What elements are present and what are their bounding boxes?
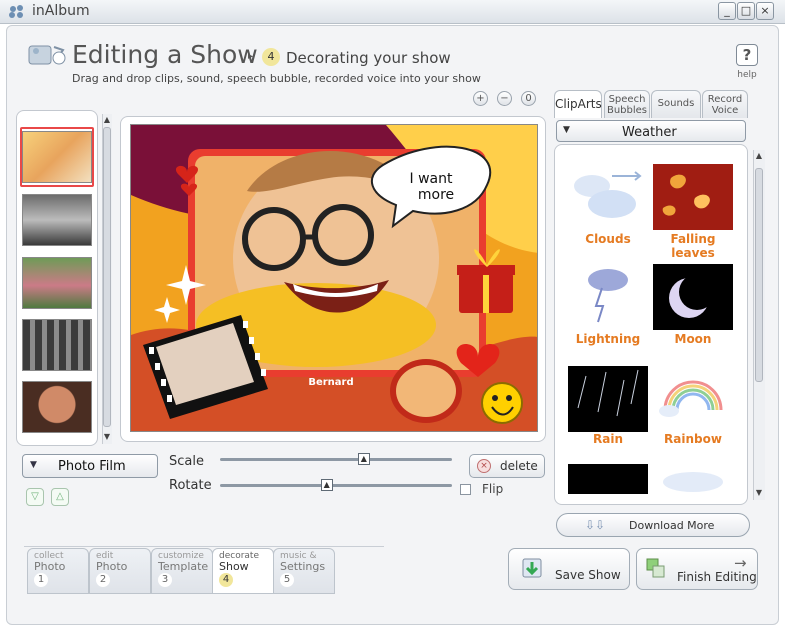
clip-rain-label: Rain [593, 432, 623, 446]
name-tag: Bernard [308, 377, 353, 388]
clip-lightning-label: Lightning [575, 332, 641, 346]
rotate-slider-handle[interactable]: ▲ [320, 479, 333, 491]
instruction-text: Drag and drop clips, sound, speech bubbl… [72, 72, 481, 85]
clip-rainbow-thumbnail[interactable] [653, 366, 733, 432]
rotate-label: Rotate [169, 478, 212, 493]
chevron-down-icon: ▼ [30, 460, 37, 470]
thumbnail-scroll-thumb[interactable] [103, 127, 111, 427]
finish-icon [646, 558, 665, 578]
clip-clouds-label: Clouds [585, 232, 631, 246]
library-scroll-thumb[interactable] [755, 168, 763, 382]
delete-icon: × [477, 459, 491, 473]
selected-thumbnail-frame [20, 127, 94, 187]
tab-record-voice[interactable]: Record Voice [702, 90, 748, 118]
scale-slider-track[interactable] [220, 458, 452, 461]
thumbnail-3[interactable] [22, 257, 92, 309]
close-button[interactable]: × [756, 2, 774, 20]
speech-bubble-line-2: more [418, 187, 454, 203]
clip-clouds-thumbnail[interactable] [568, 164, 648, 230]
title-bar [0, 0, 785, 24]
finish-editing-label: Finish Editing [677, 570, 757, 584]
step-number-badge: 4 [262, 48, 280, 66]
download-more-label: Download More [629, 519, 715, 532]
clip-rainbow-label: Rainbow [664, 432, 722, 446]
show-canvas[interactable]: I want more Bernard [130, 124, 538, 432]
flip-checkbox[interactable] [460, 484, 471, 495]
clip-rain-thumbnail[interactable] [568, 366, 648, 432]
clip-partial-thumbnail[interactable] [568, 464, 648, 494]
help-button[interactable]: ? [736, 44, 758, 66]
tab-sounds[interactable]: Sounds [651, 90, 701, 118]
scale-label: Scale [169, 454, 204, 469]
nav-step-edit-photo[interactable]: edit Photo 2 [89, 548, 151, 594]
clip-moon-thumbnail[interactable] [653, 264, 733, 330]
minimize-button[interactable]: _ [718, 2, 736, 20]
photo-film-label: Photo Film [58, 459, 126, 474]
edit-show-icon [28, 45, 66, 65]
scroll-up-icon[interactable]: ▲ [754, 151, 764, 161]
thumbnail-2[interactable] [22, 194, 92, 246]
nav-step-music-settings[interactable]: music & Settings 5 [273, 548, 335, 594]
steps-divider [24, 546, 384, 547]
rotate-slider-track[interactable] [220, 484, 452, 487]
tab-cliparts[interactable]: ClipArts [554, 90, 602, 118]
delete-label: delete [500, 459, 538, 473]
zoom-in-button[interactable]: + [473, 91, 488, 106]
step-title: Decorating your show [286, 49, 451, 67]
clip-moon-label: Moon [674, 332, 712, 346]
move-down-button[interactable]: ▽ [26, 488, 44, 506]
page-title: Editing a Show [72, 40, 258, 69]
clip-falling-leaves-thumbnail[interactable] [653, 164, 733, 230]
download-icon: ⇩⇩ [585, 518, 606, 532]
thumbnail-4[interactable] [22, 319, 92, 371]
chevron-down-icon: ▼ [563, 125, 570, 135]
nav-step-customize-template[interactable]: customize Template 3 [151, 548, 213, 594]
scale-slider-handle[interactable]: ▲ [357, 453, 370, 465]
zoom-reset-button[interactable]: 0 [521, 91, 536, 106]
canvas-artwork: I want more Bernard [131, 125, 537, 431]
clip-lightning-thumbnail[interactable] [568, 264, 648, 330]
scroll-down-icon[interactable]: ▼ [754, 488, 764, 498]
help-label: help [737, 70, 757, 80]
flip-label: Flip [482, 482, 504, 496]
save-icon [522, 558, 542, 578]
scroll-up-icon[interactable]: ▲ [102, 115, 112, 125]
speech-bubble-line-1: I want [410, 171, 453, 187]
move-up-button[interactable]: △ [51, 488, 69, 506]
window-title: inAlbum [32, 3, 90, 19]
breadcrumb-arrow-icon: ▸ [248, 51, 254, 62]
app-logo-icon [9, 5, 23, 18]
nav-step-decorate-show[interactable]: decorate Show 4 [212, 548, 274, 594]
clip-falling-leaves-label: Falling leaves [670, 232, 716, 260]
zoom-out-button[interactable]: − [497, 91, 512, 106]
scroll-down-icon[interactable]: ▼ [102, 432, 112, 442]
save-show-label: Save Show [555, 568, 621, 582]
thumbnail-5[interactable] [22, 381, 92, 433]
maximize-button[interactable]: □ [737, 2, 755, 20]
nav-step-collect-photo[interactable]: collect Photo 1 [27, 548, 89, 594]
tab-speech-bubbles[interactable]: Speech Bubbles [604, 90, 650, 118]
category-label: Weather [622, 125, 677, 140]
clip-partial-thumbnail[interactable] [653, 464, 733, 494]
